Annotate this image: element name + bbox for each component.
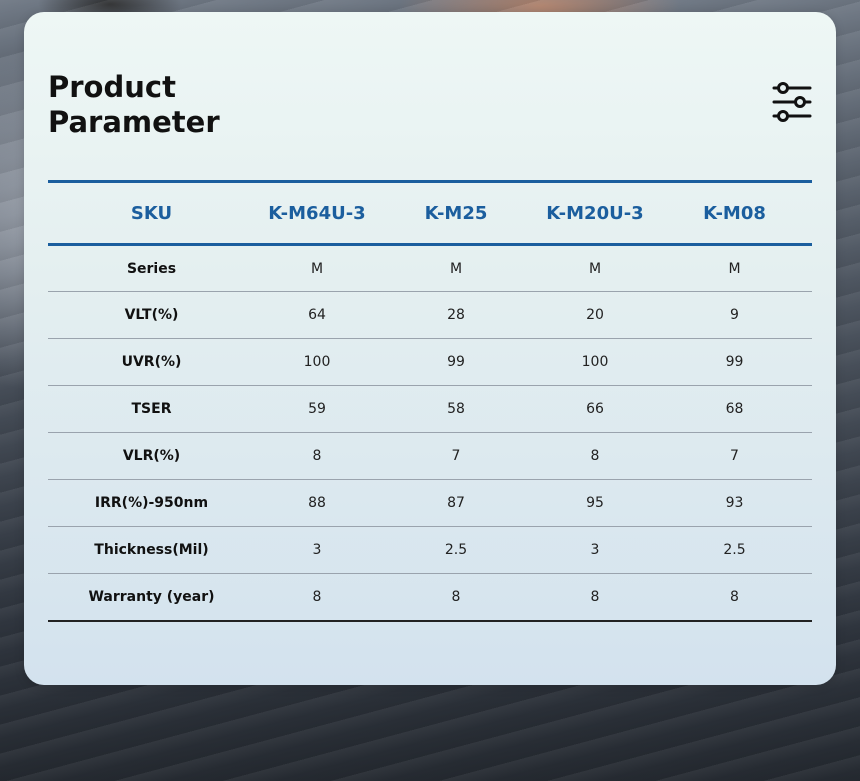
table-cell: 3 — [533, 526, 657, 574]
table-cell: 87 — [379, 479, 533, 527]
table-cell: 8 — [255, 573, 379, 622]
title-line-2: Parameter — [48, 105, 220, 139]
table-cell: M — [533, 244, 657, 292]
table-cell: M — [657, 244, 812, 292]
title-line-1: Product — [48, 70, 176, 104]
row-label: VLR(%) — [48, 432, 255, 480]
product-parameter-card: Product Parameter SKU K-M64U-3 K-M25 K-M… — [24, 12, 836, 685]
row-label: Series — [48, 244, 255, 292]
table-header-row: SKU K-M64U-3 K-M25 K-M20U-3 K-M08 — [48, 180, 812, 246]
table-row: UVR(%) 100 99 100 99 — [48, 338, 812, 386]
table-cell: 9 — [657, 291, 812, 339]
table-cell: 2.5 — [379, 526, 533, 574]
row-label: UVR(%) — [48, 338, 255, 386]
header-k-m20u-3: K-M20U-3 — [533, 180, 657, 246]
table-cell: 3 — [255, 526, 379, 574]
table-cell: 7 — [657, 432, 812, 480]
table-cell: 95 — [533, 479, 657, 527]
table-cell: 8 — [657, 573, 812, 622]
parameter-table: SKU K-M64U-3 K-M25 K-M20U-3 K-M08 Series… — [48, 180, 812, 622]
table-row: VLT(%) 64 28 20 9 — [48, 291, 812, 339]
table-row: Thickness(Mil) 3 2.5 3 2.5 — [48, 526, 812, 574]
table-cell: 99 — [657, 338, 812, 386]
table-cell: 28 — [379, 291, 533, 339]
table-row: TSER 59 58 66 68 — [48, 385, 812, 433]
table-cell: 68 — [657, 385, 812, 433]
table-cell: 7 — [379, 432, 533, 480]
table-cell: 2.5 — [657, 526, 812, 574]
table-cell: 66 — [533, 385, 657, 433]
row-label: Thickness(Mil) — [48, 526, 255, 574]
table-row: VLR(%) 8 7 8 7 — [48, 432, 812, 480]
header-k-m25: K-M25 — [379, 180, 533, 246]
table-row: IRR(%)-950nm 88 87 95 93 — [48, 479, 812, 527]
table-cell: 8 — [255, 432, 379, 480]
table-cell: 93 — [657, 479, 812, 527]
table-cell: 20 — [533, 291, 657, 339]
table-cell: 8 — [533, 573, 657, 622]
sliders-icon[interactable] — [772, 82, 812, 122]
table-cell: M — [255, 244, 379, 292]
header-k-m08: K-M08 — [657, 180, 812, 246]
table-cell: 8 — [533, 432, 657, 480]
table-row: Warranty (year) 8 8 8 8 — [48, 573, 812, 622]
table-cell: 88 — [255, 479, 379, 527]
header-k-m64u-3: K-M64U-3 — [255, 180, 379, 246]
row-label: VLT(%) — [48, 291, 255, 339]
table-cell: 100 — [255, 338, 379, 386]
header-sku: SKU — [48, 180, 255, 246]
page-title: Product Parameter — [48, 70, 220, 140]
table-cell: 99 — [379, 338, 533, 386]
table-cell: 64 — [255, 291, 379, 339]
table-cell: 58 — [379, 385, 533, 433]
table-row: Series M M M M — [48, 244, 812, 292]
row-label: Warranty (year) — [48, 573, 255, 622]
table-cell: M — [379, 244, 533, 292]
row-label: IRR(%)-950nm — [48, 479, 255, 527]
table-cell: 59 — [255, 385, 379, 433]
row-label: TSER — [48, 385, 255, 433]
table-cell: 100 — [533, 338, 657, 386]
table-cell: 8 — [379, 573, 533, 622]
